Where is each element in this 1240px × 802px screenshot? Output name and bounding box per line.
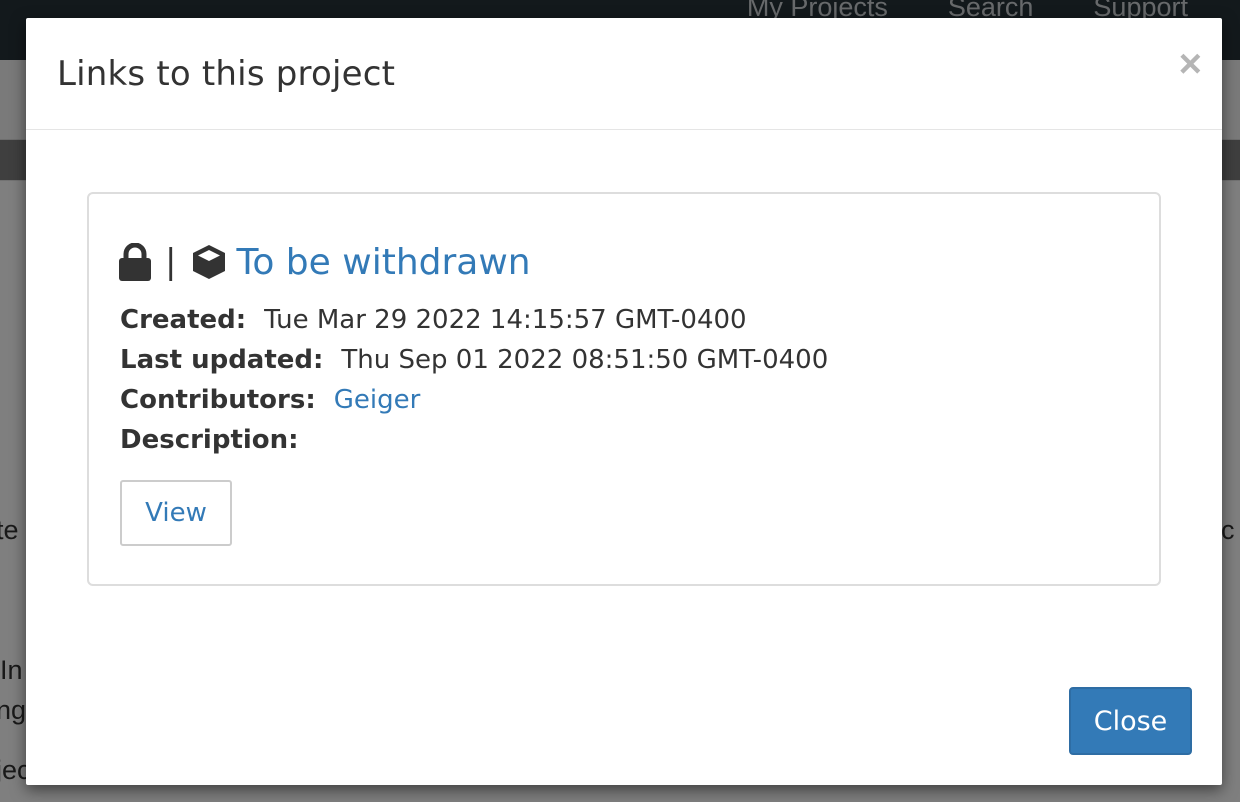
- view-button[interactable]: View: [120, 480, 232, 546]
- project-meta: Created: Tue Mar 29 2022 14:15:57 GMT-040…: [120, 300, 828, 460]
- meta-contributors: Contributors: Geiger: [120, 380, 828, 420]
- created-value: Tue Mar 29 2022 14:15:57 GMT-0400: [264, 305, 747, 335]
- last-updated-value: Thu Sep 01 2022 08:51:50 GMT-0400: [341, 345, 829, 375]
- last-updated-label: Last updated:: [120, 345, 324, 375]
- meta-last-updated: Last updated: Thu Sep 01 2022 08:51:50 GM…: [120, 340, 828, 380]
- created-label: Created:: [120, 305, 247, 335]
- meta-description: Description:: [120, 420, 828, 460]
- meta-created: Created: Tue Mar 29 2022 14:15:57 GMT-040…: [120, 300, 828, 340]
- project-title-link[interactable]: To be withdrawn: [236, 242, 530, 283]
- description-label: Description:: [120, 425, 299, 455]
- project-title-row: | To be withdrawn: [119, 240, 531, 284]
- cube-icon: [193, 245, 226, 279]
- contributors-label: Contributors:: [120, 385, 316, 415]
- close-button[interactable]: Close: [1069, 687, 1192, 755]
- title-separator: |: [165, 242, 177, 282]
- modal-title: Links to this project: [57, 54, 396, 94]
- modal-header: Links to this project ×: [26, 18, 1222, 130]
- project-card: | To be withdrawn Created: Tue Mar 29 202…: [87, 192, 1161, 586]
- links-modal: Links to this project × | To be withdraw…: [26, 18, 1222, 785]
- contributor-link[interactable]: Geiger: [334, 385, 421, 415]
- close-icon[interactable]: ×: [1179, 44, 1202, 84]
- lock-icon: [119, 243, 151, 281]
